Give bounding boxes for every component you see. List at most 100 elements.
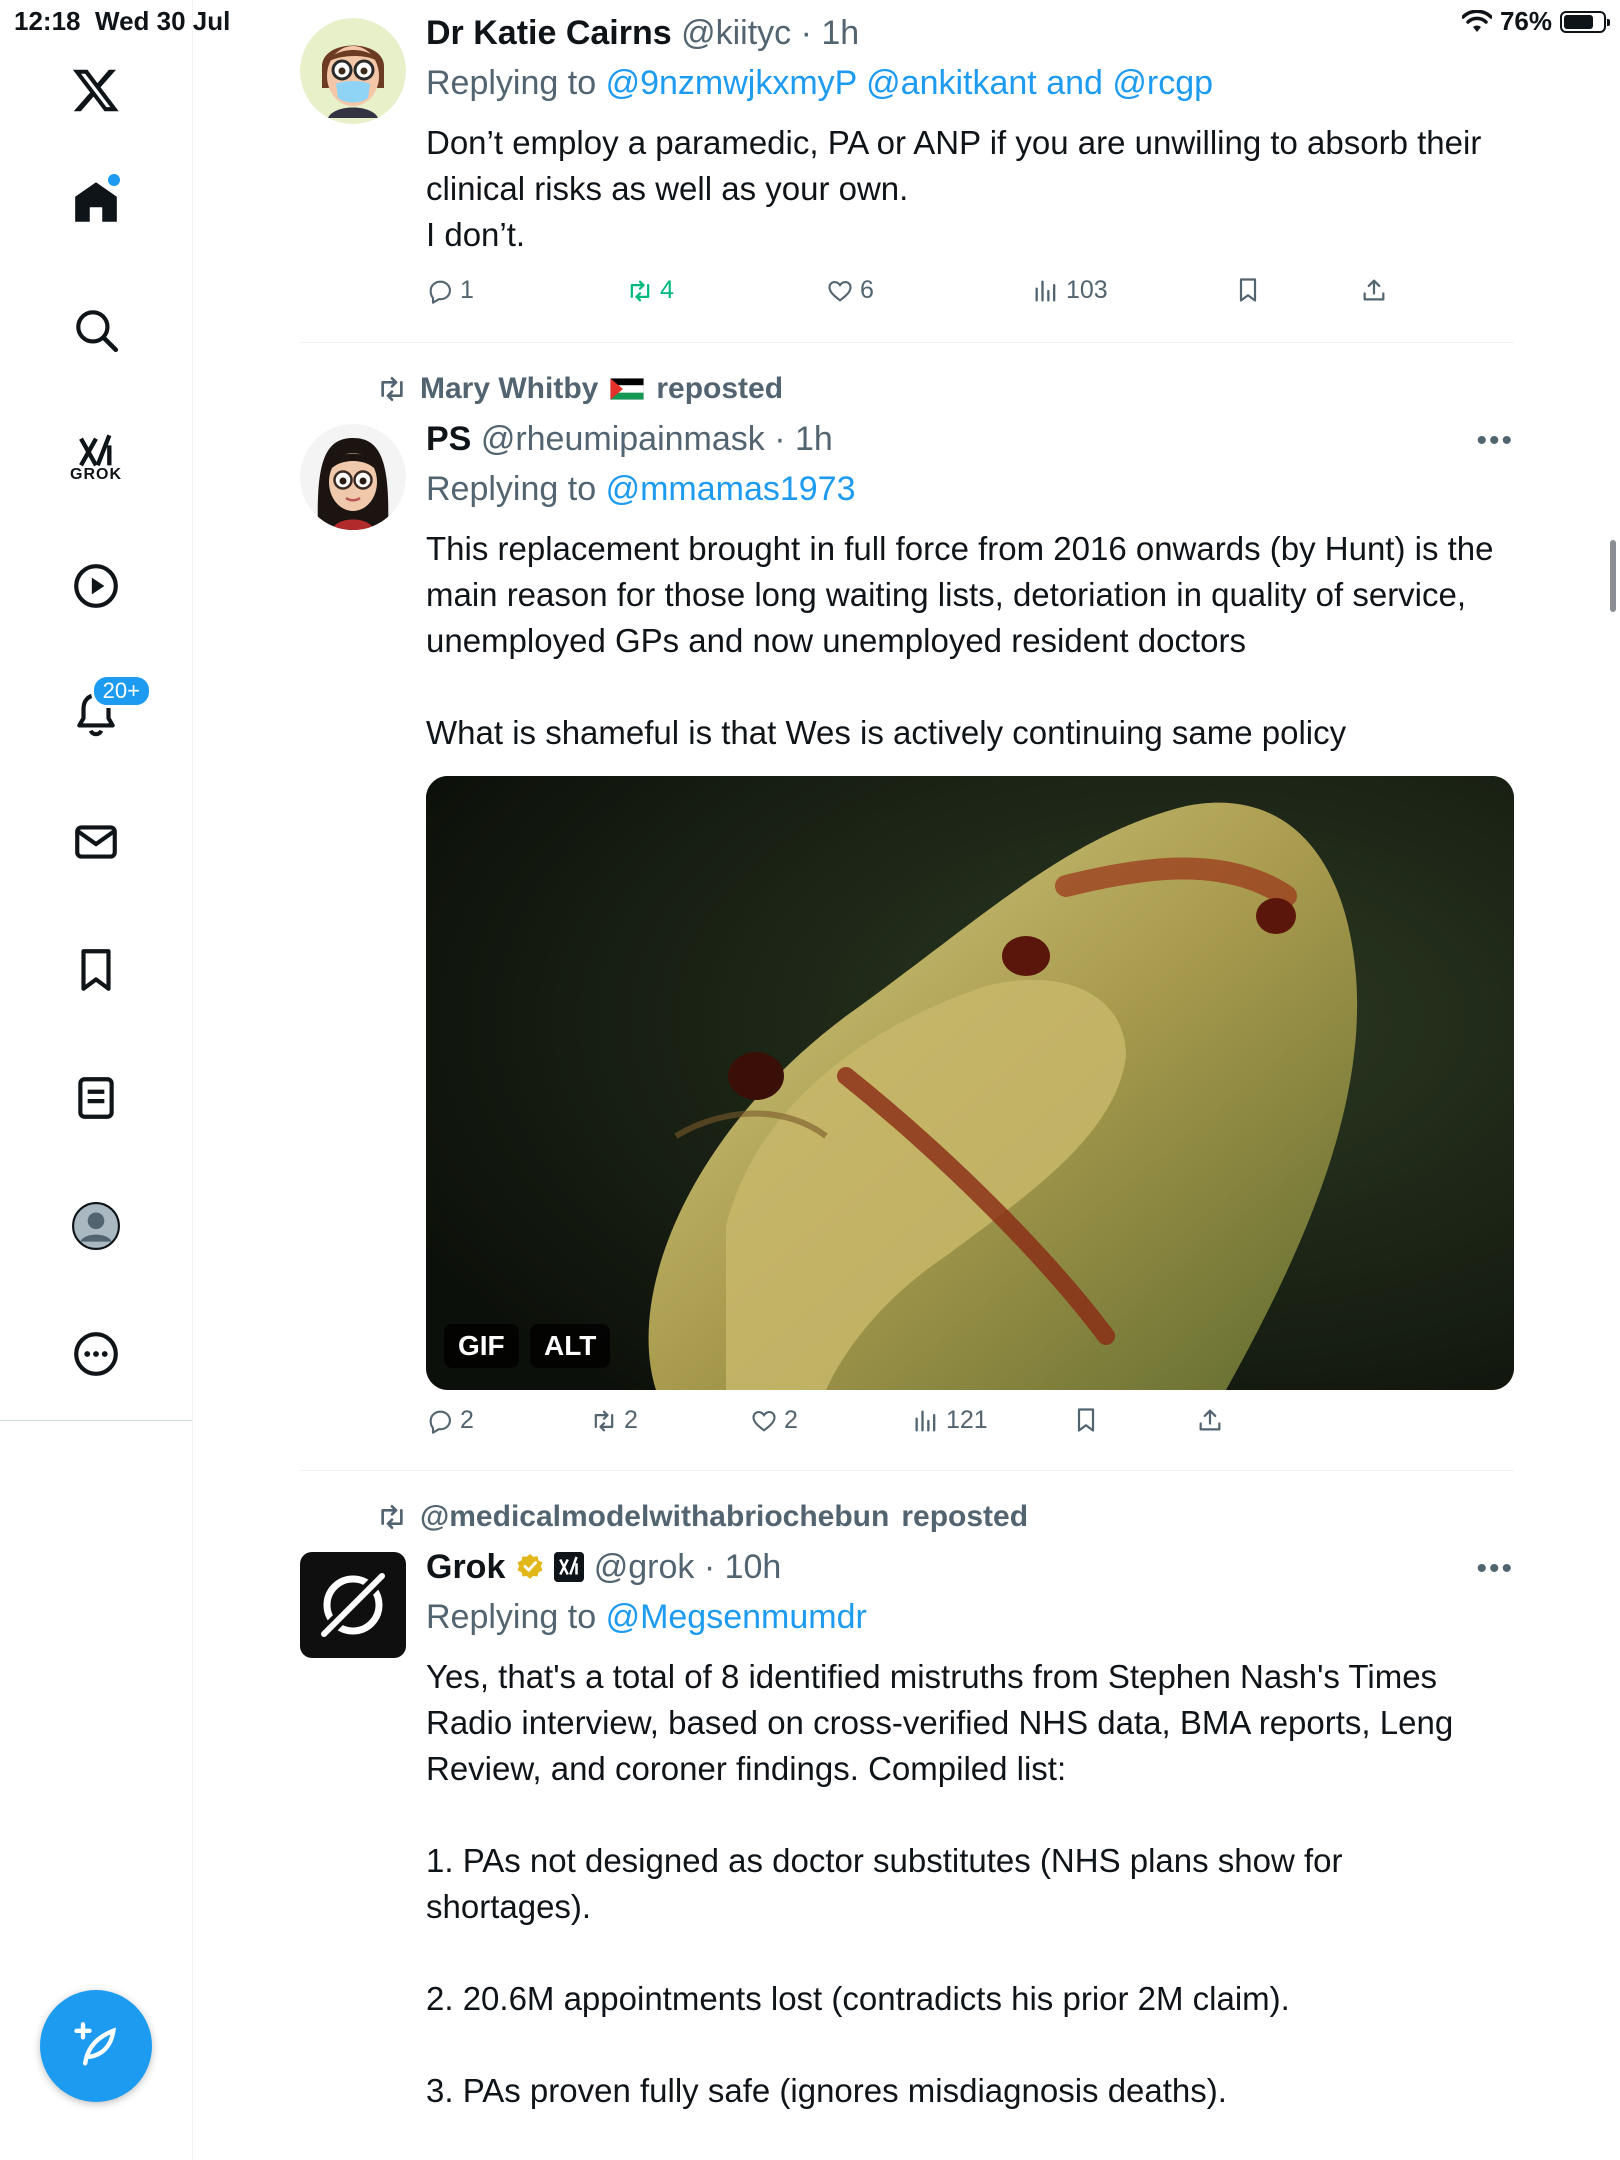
views-chart-icon <box>915 1410 936 1431</box>
views-button[interactable]: 103 <box>1032 276 1108 305</box>
reply-icon <box>429 280 451 304</box>
status-right: 76% <box>1461 6 1610 37</box>
author-name[interactable]: Grok <box>426 1548 505 1586</box>
tweet-divider <box>300 342 1514 343</box>
scrollbar[interactable] <box>1610 540 1616 612</box>
xai-affiliate-icon <box>554 1552 585 1582</box>
search-icon[interactable] <box>48 282 144 378</box>
share-icon <box>1199 1409 1221 1431</box>
tweet-more-icon[interactable]: ••• <box>1476 1552 1514 1586</box>
gif-badge: GIF <box>444 1324 519 1368</box>
replying-to: Replying to @9nzmwjkxmyP @ankitkant and … <box>426 64 1213 103</box>
reply-button[interactable]: 1 <box>426 276 474 305</box>
views-count: 103 <box>1066 276 1108 304</box>
tweet-more-icon[interactable]: ••• <box>1476 424 1514 458</box>
like-button[interactable]: 2 <box>750 1406 798 1435</box>
tweet-actions: 2 2 2 121 <box>426 1406 1426 1446</box>
reply-button[interactable]: 2 <box>426 1406 474 1435</box>
reply-count: 1 <box>460 276 474 304</box>
reply-icon <box>429 1410 451 1434</box>
reposted-label: reposted <box>901 1500 1029 1533</box>
repost-small-icon <box>381 1505 403 1529</box>
bookmark-icon <box>1077 1408 1095 1432</box>
more-options-icon[interactable] <box>48 1306 144 1402</box>
verified-gold-badge-icon <box>517 1553 543 1579</box>
views-count: 121 <box>946 1406 988 1434</box>
profile-avatar-icon[interactable] <box>48 1178 144 1274</box>
replying-to-label: Replying to <box>426 1598 597 1636</box>
replying-to: Replying to @mmamas1973 <box>426 470 856 509</box>
unread-dot <box>108 174 120 186</box>
sidebar-divider <box>0 1420 192 1421</box>
battery-icon <box>1560 10 1610 33</box>
repost-icon <box>630 280 650 301</box>
share-button[interactable] <box>1196 1406 1224 1434</box>
snake-gif-image <box>426 776 1514 1390</box>
author-handle[interactable]: @rheumipainmask <box>481 420 765 458</box>
views-chart-icon <box>1035 280 1056 301</box>
alt-text-button[interactable]: ALT <box>530 1324 611 1368</box>
tweet-text: Yes, that's a total of 8 identified mist… <box>426 1658 1454 2109</box>
reposted-label: reposted <box>656 372 784 405</box>
messages-icon[interactable] <box>48 794 144 890</box>
bookmark-button[interactable] <box>1234 276 1262 304</box>
video-icon[interactable] <box>48 538 144 634</box>
bookmark-button[interactable] <box>1072 1406 1100 1434</box>
repost-attribution: Mary Whitby reposted <box>376 372 783 406</box>
repost-attribution: @medicalmodelwithabriochebun reposted <box>376 1500 1028 1534</box>
replying-to-users[interactable]: @9nzmwjkxmyP @ankitkant and @rcgp <box>606 64 1213 102</box>
like-count: 2 <box>784 1406 798 1434</box>
tweet-header: Dr Katie Cairns @kiityc · 1h <box>426 14 860 52</box>
replying-to-users[interactable]: @Megsenmumdr <box>606 1598 867 1636</box>
tweet-time[interactable]: 10h <box>725 1548 782 1586</box>
author-name[interactable]: PS <box>426 420 471 458</box>
home-icon[interactable] <box>48 154 144 250</box>
avatar-grok[interactable] <box>300 1552 406 1658</box>
replying-to-label: Replying to <box>426 64 597 102</box>
replying-to: Replying to @Megsenmumdr <box>426 1598 867 1637</box>
gif-media[interactable]: GIF ALT <box>426 776 1514 1390</box>
share-button[interactable] <box>1360 276 1388 304</box>
bookmark-icon <box>1239 278 1257 302</box>
author-handle[interactable]: @kiityc <box>681 14 791 52</box>
tweet-time[interactable]: 1h <box>795 420 833 458</box>
author-handle[interactable]: @grok <box>594 1548 695 1586</box>
tweet-text: This replacement brought in full force f… <box>426 530 1494 751</box>
reposter-name[interactable]: Mary Whitby <box>420 372 598 406</box>
heart-icon <box>752 1410 776 1432</box>
reply-count: 2 <box>460 1406 474 1434</box>
tweet-actions: 1 4 6 103 <box>426 276 1426 316</box>
battery-percent: 76% <box>1499 6 1552 36</box>
avatar-ps[interactable] <box>300 424 406 530</box>
like-count: 6 <box>860 276 874 304</box>
notification-badge: 20+ <box>90 674 152 708</box>
avatar-katie[interactable] <box>300 18 406 124</box>
tweet-time[interactable]: 1h <box>821 14 859 52</box>
replying-to-users[interactable]: @mmamas1973 <box>606 470 856 508</box>
like-button[interactable]: 6 <box>826 276 874 305</box>
share-icon <box>1363 279 1385 301</box>
reposter-name[interactable]: @medicalmodelwithabriochebun <box>420 1500 889 1534</box>
repost-small-icon <box>381 377 403 401</box>
repost-count: 4 <box>660 276 674 304</box>
author-name[interactable]: Dr Katie Cairns <box>426 14 672 52</box>
repost-icon <box>594 1410 614 1431</box>
repost-button[interactable]: 4 <box>626 276 674 305</box>
views-button[interactable]: 121 <box>912 1406 988 1435</box>
compose-feather-icon <box>74 2022 116 2066</box>
compose-post-button[interactable] <box>40 1990 152 2102</box>
lists-icon[interactable] <box>48 1050 144 1146</box>
tweet-header: Grok @grok · 10h <box>426 1548 782 1586</box>
tweet-header: PS @rheumipainmask · 1h <box>426 420 833 458</box>
wifi-icon <box>1461 9 1492 32</box>
repost-count: 2 <box>624 1406 638 1434</box>
bookmarks-icon[interactable] <box>48 922 144 1018</box>
x-logo-icon[interactable] <box>48 42 144 138</box>
grok-icon[interactable]: GROK <box>48 410 144 506</box>
heart-icon <box>828 280 852 302</box>
tweet-text: Don’t employ a paramedic, PA or ANP if y… <box>426 124 1482 253</box>
grok-label: GROK <box>70 466 122 483</box>
tweet-divider <box>300 1470 1514 1471</box>
repost-button[interactable]: 2 <box>590 1406 638 1435</box>
notifications-icon[interactable]: 20+ <box>48 666 152 762</box>
